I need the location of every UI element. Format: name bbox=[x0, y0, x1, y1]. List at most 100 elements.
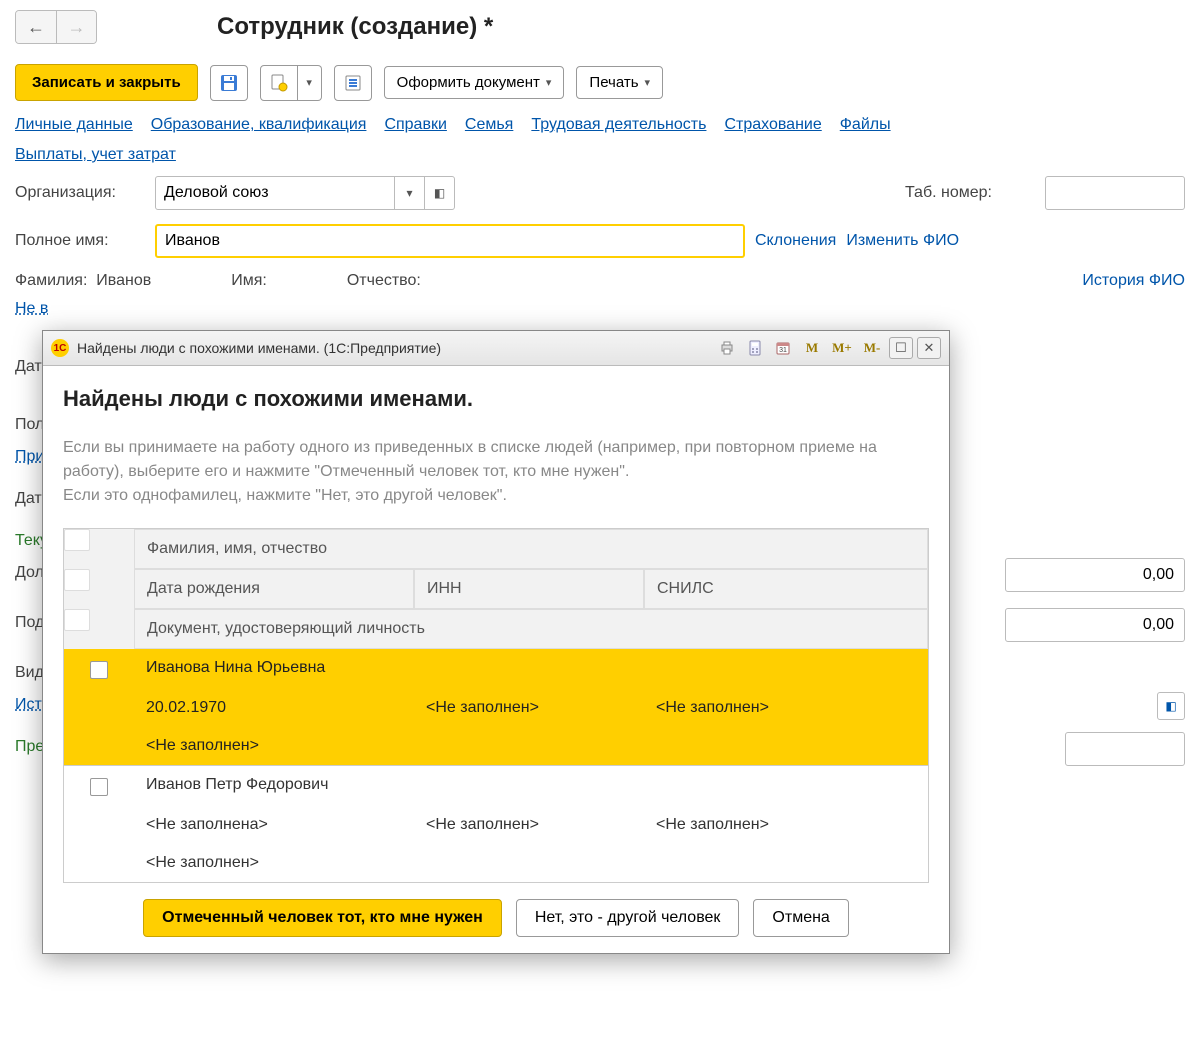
bg-input-3[interactable] bbox=[1065, 732, 1185, 766]
list-icon bbox=[344, 74, 362, 92]
caret-down-icon: ▾ bbox=[546, 76, 552, 89]
dialog-buttons: Отмеченный человек тот, кто мне нужен Не… bbox=[63, 899, 929, 937]
nav-arrows: ← → bbox=[15, 10, 97, 44]
cell-inn: <Не заполнен> bbox=[414, 689, 644, 727]
th-doc: Документ, удостоверяющий личность bbox=[134, 609, 928, 649]
link-payments[interactable]: Выплаты, учет затрат bbox=[15, 146, 176, 164]
tabnum-label: Таб. номер: bbox=[905, 184, 1035, 202]
link-files[interactable]: Файлы bbox=[840, 116, 891, 134]
record-button[interactable] bbox=[260, 65, 298, 101]
table-row[interactable]: Иванов Петр Федорович <Не заполнена> <Не… bbox=[64, 765, 928, 882]
calc-icon[interactable] bbox=[743, 337, 767, 359]
org-input[interactable] bbox=[156, 177, 394, 209]
record-button-dropdown[interactable]: ▾ bbox=[298, 65, 322, 101]
confirm-person-button[interactable]: Отмеченный человек тот, кто мне нужен bbox=[143, 899, 502, 937]
calendar-icon[interactable]: 31 bbox=[771, 337, 795, 359]
cell-snils: <Не заполнен> bbox=[644, 689, 928, 727]
tabnum-input[interactable] bbox=[1045, 176, 1185, 210]
cell-inn: <Не заполнен> bbox=[414, 806, 644, 844]
section-links-2: Выплаты, учет затрат bbox=[15, 146, 1185, 164]
dialog-description: Если вы принимаете на работу одного из п… bbox=[63, 436, 929, 508]
save-and-close-button[interactable]: Записать и закрыть bbox=[15, 64, 198, 101]
create-document-button[interactable]: Оформить документ ▾ bbox=[384, 66, 565, 99]
m-minus-button[interactable]: M- bbox=[859, 337, 885, 359]
bg-label-dept: Под bbox=[15, 614, 44, 631]
history-fio-link[interactable]: История ФИО bbox=[1082, 272, 1185, 290]
cell-dob: <Не заполнена> bbox=[134, 806, 414, 844]
org-label: Организация: bbox=[15, 184, 145, 202]
cancel-button[interactable]: Отмена bbox=[753, 899, 848, 937]
section-links: Личные данные Образование, квалификация … bbox=[15, 116, 1185, 134]
org-open-button[interactable]: ◧ bbox=[424, 177, 454, 209]
surname-value: Иванов bbox=[96, 272, 151, 289]
dialog-title-text: Найдены люди с похожими именами. (1С:Пре… bbox=[77, 340, 441, 356]
fio-breakdown: Фамилия: Иванов Имя: Отчество: История Ф… bbox=[15, 272, 1185, 290]
calculator-icon bbox=[747, 340, 763, 356]
forward-button[interactable]: → bbox=[56, 11, 96, 43]
bg-label-pre: Пре bbox=[15, 738, 44, 755]
save-button[interactable] bbox=[210, 65, 248, 101]
bg-input-1[interactable] bbox=[1005, 558, 1185, 592]
list-button[interactable] bbox=[334, 65, 372, 101]
other-person-button[interactable]: Нет, это - другой человек bbox=[516, 899, 740, 937]
link-family[interactable]: Семья bbox=[465, 116, 513, 134]
dialog-heading: Найдены люди с похожими именами. bbox=[63, 386, 929, 412]
th-inn: ИНН bbox=[414, 569, 644, 609]
dialog-desc-line1: Если вы принимаете на работу одного из п… bbox=[63, 436, 929, 484]
fullname-label: Полное имя: bbox=[15, 232, 145, 250]
edit-fio-link[interactable]: Изменить ФИО bbox=[846, 232, 959, 250]
row-checkbox[interactable] bbox=[90, 661, 108, 679]
th-snils: СНИЛС bbox=[644, 569, 928, 609]
cell-doc: <Не заполнен> bbox=[134, 727, 928, 765]
bg-link-history[interactable]: Ист bbox=[15, 696, 42, 713]
maximize-button[interactable]: ☐ bbox=[889, 337, 913, 359]
patr-label: Отчество: bbox=[347, 272, 421, 290]
print-icon[interactable] bbox=[715, 337, 739, 359]
name-label: Имя: bbox=[231, 272, 267, 290]
print-button[interactable]: Печать ▾ bbox=[576, 66, 663, 99]
cell-snils: <Не заполнен> bbox=[644, 806, 928, 844]
dialog-desc-line2: Если это однофамилец, нажмите "Нет, это … bbox=[63, 484, 929, 508]
link-personal[interactable]: Личные данные bbox=[15, 116, 133, 134]
bg-input-2[interactable] bbox=[1005, 608, 1185, 642]
th-fio: Фамилия, имя, отчество bbox=[134, 529, 928, 569]
link-work[interactable]: Трудовая деятельность bbox=[531, 116, 706, 134]
caret-down-icon: ▾ bbox=[306, 76, 312, 89]
document-star-icon bbox=[270, 74, 288, 92]
close-button[interactable]: ✕ bbox=[917, 337, 941, 359]
toolbar: Записать и закрыть ▾ Оформить документ ▾… bbox=[15, 64, 1185, 101]
dialog-titlebar: 1C Найдены люди с похожими именами. (1С:… bbox=[43, 331, 949, 366]
results-table: Фамилия, имя, отчество Дата рождения ИНН… bbox=[63, 528, 929, 883]
page-title: Сотрудник (создание) * bbox=[217, 13, 493, 41]
table-row[interactable]: Иванова Нина Юрьевна 20.02.1970 <Не запо… bbox=[64, 649, 928, 765]
surname-label: Фамилия: bbox=[15, 272, 87, 289]
table-header: Фамилия, имя, отчество Дата рождения ИНН… bbox=[64, 529, 928, 649]
org-input-wrap: ▾ ◧ bbox=[155, 176, 455, 210]
link-insurance[interactable]: Страхование bbox=[724, 116, 821, 134]
printer-icon bbox=[719, 340, 735, 356]
back-button[interactable]: ← bbox=[16, 11, 56, 43]
declensions-link[interactable]: Склонения bbox=[755, 232, 836, 250]
bg-label-position: Дол bbox=[15, 564, 44, 581]
create-document-label: Оформить документ bbox=[397, 74, 540, 91]
bg-open-button[interactable]: ◧ bbox=[1157, 692, 1185, 720]
caret-down-icon: ▾ bbox=[645, 76, 651, 89]
cell-fio: Иванов Петр Федорович bbox=[134, 766, 928, 806]
floppy-icon bbox=[220, 74, 238, 92]
link-refs[interactable]: Справки bbox=[384, 116, 446, 134]
cell-dob: 20.02.1970 bbox=[134, 689, 414, 727]
org-dropdown-button[interactable]: ▾ bbox=[394, 177, 424, 209]
record-button-group: ▾ bbox=[260, 65, 322, 101]
link-education[interactable]: Образование, квалификация bbox=[151, 116, 367, 134]
th-dob: Дата рождения bbox=[134, 569, 414, 609]
svg-text:31: 31 bbox=[779, 347, 787, 354]
cell-doc: <Не заполнен> bbox=[134, 844, 928, 882]
row-checkbox[interactable] bbox=[90, 778, 108, 796]
fullname-input[interactable] bbox=[155, 224, 745, 258]
bg-link-1[interactable]: Не в bbox=[15, 300, 1185, 318]
m-plus-button[interactable]: M+ bbox=[829, 337, 855, 359]
cell-fio: Иванова Нина Юрьевна bbox=[134, 649, 928, 689]
similar-people-dialog: 1C Найдены люди с похожими именами. (1С:… bbox=[42, 330, 950, 954]
m-button[interactable]: M bbox=[799, 337, 825, 359]
calendar-svg-icon: 31 bbox=[775, 340, 791, 356]
